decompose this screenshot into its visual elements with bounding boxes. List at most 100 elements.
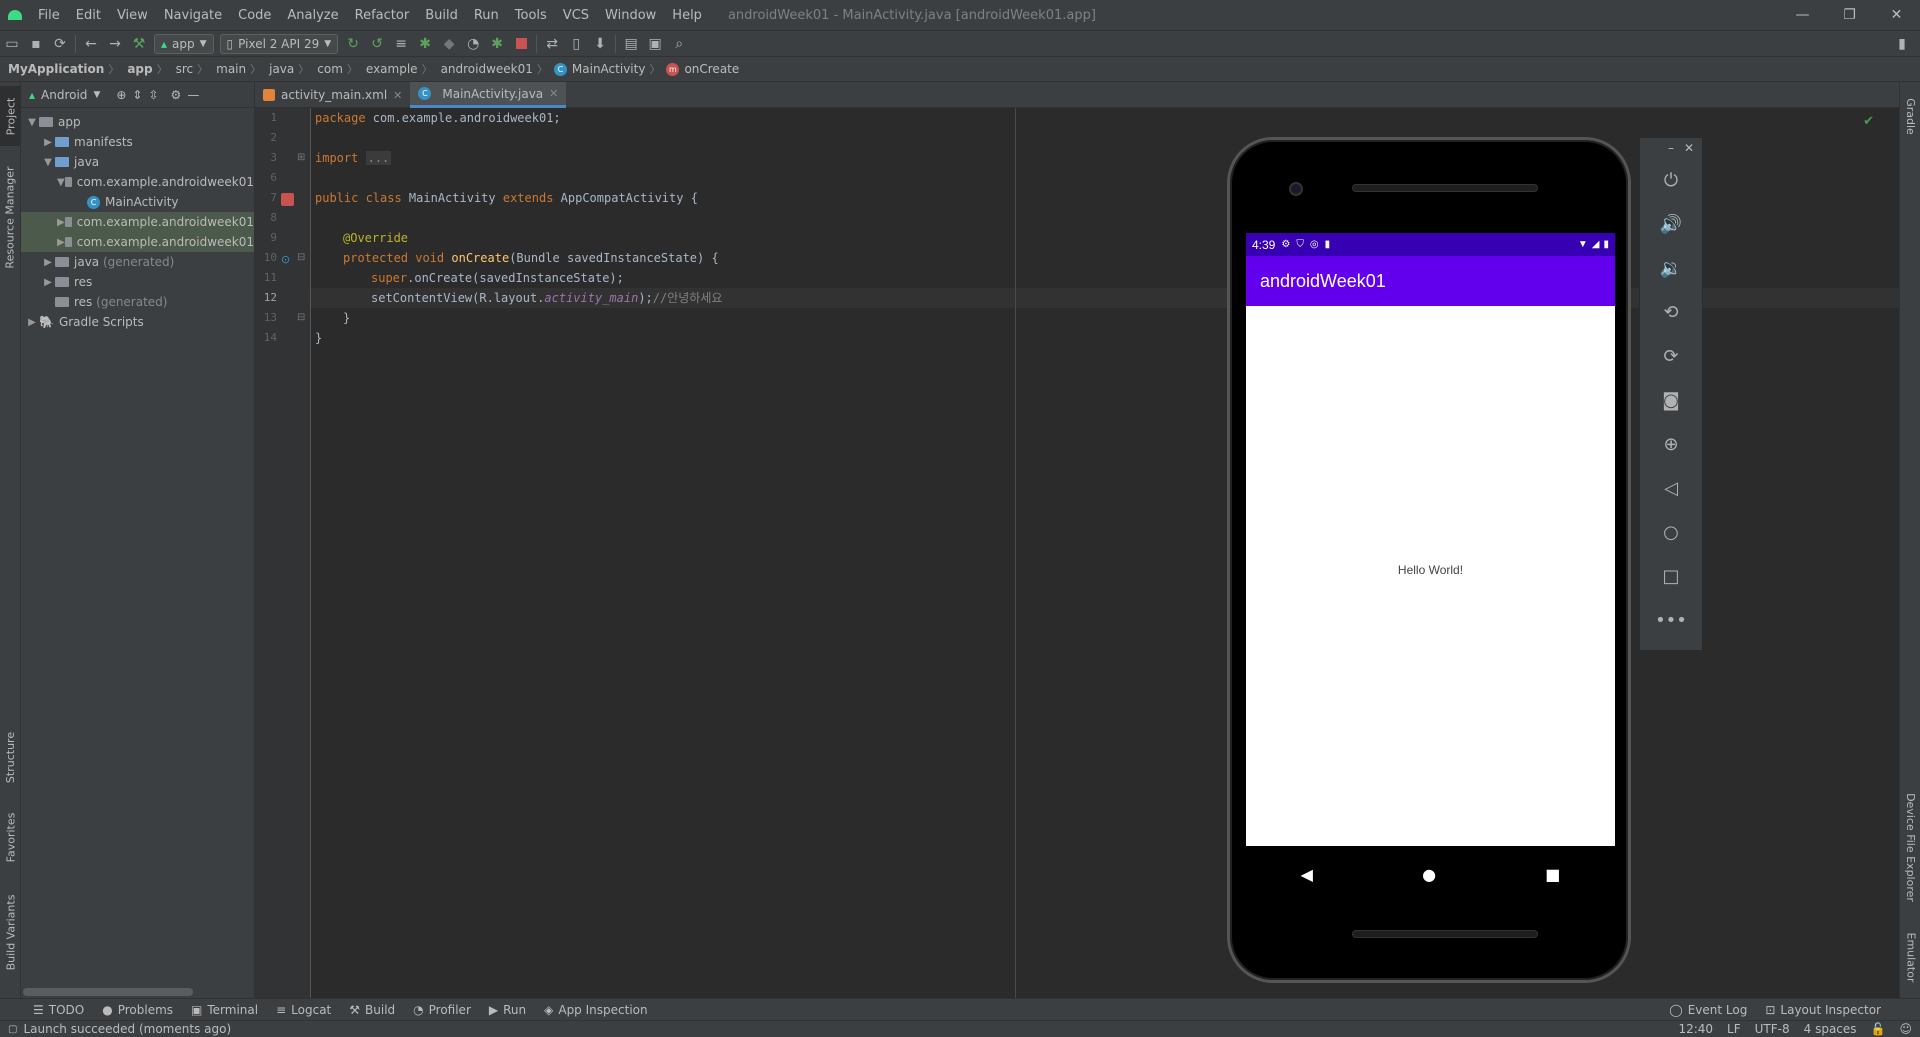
tab-event-log[interactable]: ◯ Event Log bbox=[1660, 1003, 1756, 1017]
status-message[interactable]: Launch succeeded (moments ago) bbox=[23, 1022, 231, 1036]
menu-build[interactable]: Build bbox=[417, 8, 466, 23]
menu-window[interactable]: Window bbox=[597, 8, 664, 23]
back-icon[interactable]: ◀ bbox=[1301, 865, 1313, 884]
check-icon[interactable]: ✔ bbox=[1863, 114, 1874, 129]
breadcrumb-item[interactable]: example bbox=[358, 62, 422, 76]
breadcrumb-item[interactable]: MyApplication bbox=[0, 62, 108, 76]
close-icon[interactable]: ✕ bbox=[1684, 141, 1694, 155]
tab-project[interactable]: Project bbox=[0, 86, 21, 146]
folded-imports[interactable]: ... bbox=[365, 151, 392, 165]
tab-profiler[interactable]: ◔ Profiler bbox=[404, 1003, 480, 1017]
hide-icon[interactable]: — bbox=[187, 88, 199, 102]
caret-position[interactable]: 12:40 bbox=[1678, 1022, 1713, 1036]
horizontal-scrollbar[interactable] bbox=[23, 988, 193, 996]
tree-item-gradle-scripts[interactable]: ▶ 🐘 Gradle Scripts bbox=[21, 312, 254, 332]
tree-item-app[interactable]: ▼ app bbox=[21, 112, 254, 132]
search-icon[interactable]: ⌕ bbox=[667, 32, 691, 56]
inspector-icon[interactable]: ☺ bbox=[1899, 1022, 1912, 1036]
tab-structure[interactable]: Structure bbox=[0, 722, 21, 792]
device-screen[interactable]: 4:39 ⚙ ⛉ ◎ ▮ ▼ ◢ ▮ androidWeek01 Hello W… bbox=[1246, 233, 1615, 846]
tree-item-java[interactable]: ▼ java bbox=[21, 152, 254, 172]
breadcrumb-item[interactable]: app bbox=[119, 62, 156, 76]
attach-debugger-icon[interactable]: ✱ bbox=[485, 32, 509, 56]
project-view-dropdown[interactable]: Android bbox=[41, 88, 87, 102]
tab-emulator[interactable]: Emulator bbox=[1900, 922, 1920, 992]
menu-run[interactable]: Run bbox=[466, 8, 507, 23]
tab-build-variants[interactable]: Build Variants bbox=[0, 882, 21, 982]
volume-up-icon[interactable]: 🔊 bbox=[1640, 202, 1702, 246]
breadcrumb-item[interactable]: main bbox=[208, 62, 250, 76]
more-icon[interactable]: ••• bbox=[1640, 598, 1702, 642]
forward-arrow-icon[interactable]: → bbox=[103, 32, 127, 56]
lock-icon[interactable]: 🔓 bbox=[1871, 1022, 1886, 1036]
override-gutter-icon[interactable]: ⊙ bbox=[281, 253, 290, 266]
tab-terminal[interactable]: ▣ Terminal bbox=[182, 1003, 267, 1017]
close-tab-icon[interactable]: ✕ bbox=[393, 89, 402, 102]
tab-activity-main-xml[interactable]: activity_main.xml ✕ bbox=[255, 82, 410, 108]
breadcrumb-item[interactable]: java bbox=[261, 62, 298, 76]
line-separator[interactable]: LF bbox=[1727, 1022, 1741, 1036]
tree-item-manifests[interactable]: ▶ manifests bbox=[21, 132, 254, 152]
menu-view[interactable]: View bbox=[109, 8, 156, 23]
chevron-down-icon[interactable]: ▼ bbox=[41, 157, 55, 168]
home-icon[interactable]: ○ bbox=[1640, 510, 1702, 554]
breadcrumb-item[interactable]: com bbox=[309, 62, 347, 76]
back-icon[interactable]: ◁ bbox=[1640, 466, 1702, 510]
tab-problems[interactable]: ● Problems bbox=[93, 1003, 182, 1017]
chevron-right-icon[interactable]: ▶ bbox=[25, 317, 39, 328]
tab-gradle[interactable]: Gradle bbox=[1900, 86, 1920, 146]
tab-build[interactable]: ⚒ Build bbox=[340, 1003, 404, 1017]
debug-icon[interactable]: ✱ bbox=[413, 32, 437, 56]
tree-item-res-generated[interactable]: res (generated) bbox=[21, 292, 254, 312]
make-project-hammer-icon[interactable]: ⚒ bbox=[127, 32, 151, 56]
breadcrumb-item[interactable]: androidweek01 bbox=[433, 62, 537, 76]
menu-file[interactable]: File bbox=[30, 8, 68, 23]
tab-layout-inspector[interactable]: ⊡ Layout Inspector bbox=[1756, 1003, 1890, 1017]
menu-vcs[interactable]: VCS bbox=[555, 8, 597, 23]
crosshair-icon[interactable]: ⊕ bbox=[116, 88, 126, 102]
menu-refactor[interactable]: Refactor bbox=[347, 8, 418, 23]
chevron-down-icon[interactable]: ▼ bbox=[25, 117, 39, 128]
menu-code[interactable]: Code bbox=[230, 8, 279, 23]
breadcrumb-item[interactable]: src bbox=[168, 62, 198, 76]
expand-all-icon[interactable]: ⇕ bbox=[132, 88, 142, 102]
overview-icon[interactable]: ■ bbox=[1545, 865, 1560, 884]
menu-edit[interactable]: Edit bbox=[68, 8, 109, 23]
chevron-down-icon[interactable]: ▼ bbox=[57, 177, 65, 188]
menu-help[interactable]: Help bbox=[664, 8, 710, 23]
tree-item-java-generated[interactable]: ▶ java (generated) bbox=[21, 252, 254, 272]
tab-todo[interactable]: ☰ TODO bbox=[24, 1003, 93, 1017]
close-icon[interactable]: ✕ bbox=[1873, 0, 1920, 30]
menu-navigate[interactable]: Navigate bbox=[156, 8, 230, 23]
tree-item-package[interactable]: ▼ com.example.androidweek01 bbox=[21, 172, 254, 192]
open-folder-icon[interactable]: ▭ bbox=[0, 32, 24, 56]
overview-icon[interactable]: □ bbox=[1640, 554, 1702, 598]
tab-resource-manager[interactable]: Resource Manager bbox=[0, 162, 21, 272]
menu-analyze[interactable]: Analyze bbox=[279, 8, 346, 23]
tree-item-mainactivity[interactable]: C MainActivity bbox=[21, 192, 254, 212]
chevron-right-icon[interactable]: ▶ bbox=[41, 277, 55, 288]
avd-manager-icon[interactable]: ▯ bbox=[564, 32, 588, 56]
chevron-right-icon[interactable]: ▶ bbox=[41, 137, 55, 148]
tree-item-package-test[interactable]: ▶ com.example.androidweek01 bbox=[21, 232, 254, 252]
coverage-icon[interactable]: ◆ bbox=[437, 32, 461, 56]
chevron-down-icon[interactable]: ▼ bbox=[93, 90, 100, 100]
account-icon[interactable]: ▮ bbox=[1890, 32, 1914, 56]
fold-icon[interactable]: ⊟ bbox=[297, 252, 305, 263]
rotate-left-icon[interactable]: ⟲ bbox=[1640, 290, 1702, 334]
tree-item-res[interactable]: ▶ res bbox=[21, 272, 254, 292]
home-icon[interactable]: ● bbox=[1422, 865, 1436, 884]
status-toggle-icon[interactable]: ▢ bbox=[8, 1024, 17, 1035]
run-config-dropdown[interactable]: ▴ app ▼ bbox=[154, 33, 214, 54]
chevron-right-icon[interactable]: ▶ bbox=[57, 237, 65, 248]
tab-favorites[interactable]: Favorites bbox=[0, 802, 21, 872]
restore-icon[interactable]: ❐ bbox=[1826, 0, 1873, 30]
tab-logcat[interactable]: ≡ Logcat bbox=[267, 1003, 340, 1017]
collapse-all-icon[interactable]: ⇳ bbox=[148, 88, 158, 102]
layout-icon[interactable]: ▣ bbox=[643, 32, 667, 56]
save-icon[interactable]: ▪ bbox=[24, 32, 48, 56]
tab-app-inspection[interactable]: ◈ App Inspection bbox=[535, 1003, 656, 1017]
menu-tools[interactable]: Tools bbox=[507, 8, 555, 23]
file-encoding[interactable]: UTF-8 bbox=[1755, 1022, 1790, 1036]
run-gutter-icon[interactable] bbox=[281, 193, 294, 206]
